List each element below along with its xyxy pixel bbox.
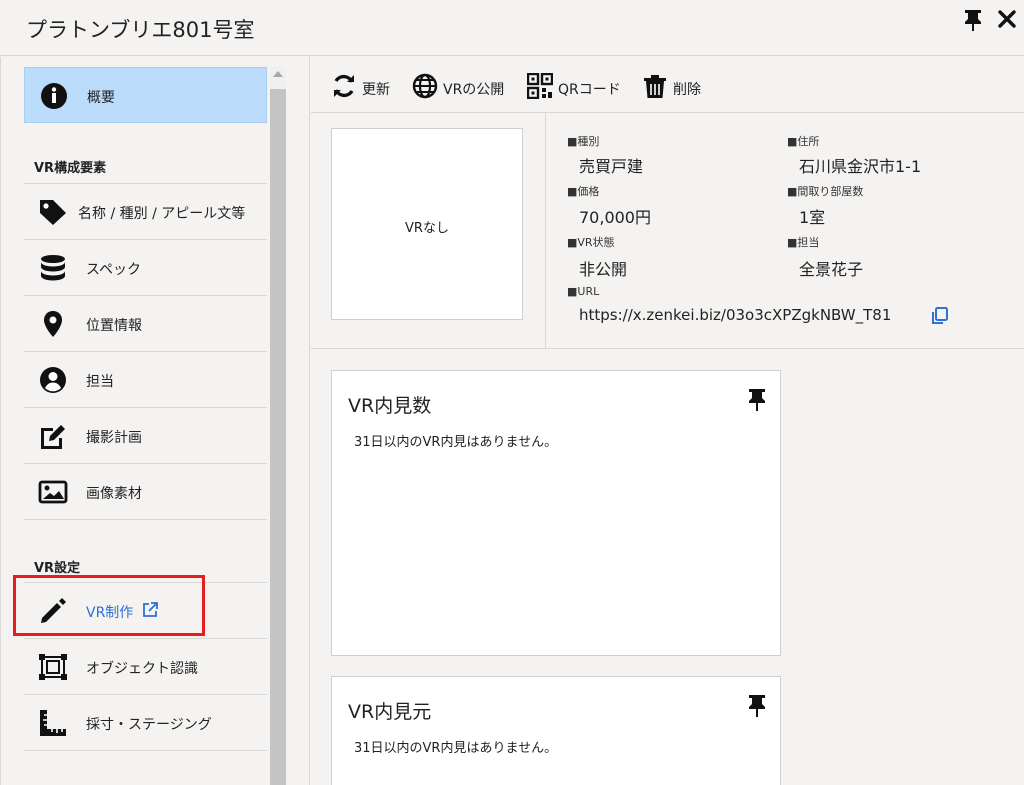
qr-code-icon bbox=[527, 73, 553, 99]
sidebar-item-staff[interactable]: 担当 bbox=[24, 352, 267, 408]
url-value[interactable]: https://x.zenkei.biz/03o3cXPZgkNBW_T81 bbox=[579, 306, 891, 324]
vr-status-value: 非公開 bbox=[579, 260, 628, 279]
sidebar-item-spec[interactable]: スペック bbox=[24, 240, 267, 296]
sidebar-item-label: 位置情報 bbox=[86, 318, 142, 334]
user-circle-icon bbox=[40, 367, 66, 393]
trash-icon bbox=[644, 75, 666, 98]
toolbar-button-label: QRコード bbox=[558, 82, 621, 98]
rooms-value: 1室 bbox=[799, 208, 826, 227]
sidebar-item-label: 撮影計画 bbox=[86, 430, 142, 446]
card-title: VR内見数 bbox=[348, 395, 432, 417]
sidebar-item-label: 名称 / 種別 / アピール文等 bbox=[78, 206, 246, 222]
vr-views-source-card: VR内見元 31日以内のVR内見はありません。 bbox=[331, 676, 781, 785]
qr-code-button[interactable]: QRコード bbox=[527, 73, 623, 101]
address-value: 石川県金沢市1-1 bbox=[799, 157, 922, 176]
refresh-button[interactable]: 更新 bbox=[331, 73, 397, 101]
object-recognition-icon bbox=[39, 654, 67, 680]
vr-thumbnail-label: VRなし bbox=[405, 221, 449, 236]
delete-button[interactable]: 削除 bbox=[642, 73, 708, 101]
toolbar-button-label: 削除 bbox=[673, 82, 701, 98]
sidebar-item-image-assets[interactable]: 画像素材 bbox=[24, 464, 267, 520]
sidebar-item-label: オブジェクト認識 bbox=[86, 661, 198, 677]
publish-vr-button[interactable]: VRの公開 bbox=[412, 73, 508, 101]
edit-icon bbox=[41, 425, 65, 449]
card-body-text: 31日以内のVR内見はありません。 bbox=[354, 435, 558, 450]
pin-icon[interactable] bbox=[962, 8, 984, 32]
sidebar-item-location[interactable]: 位置情報 bbox=[24, 296, 267, 352]
pin-icon[interactable] bbox=[746, 387, 768, 413]
sidebar-left-border bbox=[0, 57, 1, 785]
database-icon bbox=[41, 255, 65, 281]
copy-icon[interactable] bbox=[931, 307, 949, 325]
highlight-box bbox=[13, 575, 205, 636]
staff-label: ■担当 bbox=[787, 236, 820, 249]
tag-icon bbox=[40, 200, 66, 225]
toolbar: 更新 VRの公開 QRコード 削除 bbox=[311, 57, 1024, 113]
card-title: VR内見元 bbox=[348, 701, 432, 723]
sidebar-item-label: 担当 bbox=[86, 374, 114, 390]
info-circle-icon bbox=[41, 83, 67, 109]
image-icon bbox=[38, 480, 68, 504]
sidebar-item-measure-staging[interactable]: 採寸・ステージング bbox=[24, 695, 267, 751]
type-label: ■種別 bbox=[567, 135, 600, 148]
sidebar-item-label: 概要 bbox=[87, 90, 115, 106]
sidebar: 概要 VR構成要素 名称 / 種別 / アピール文等 スペック 位置情報 担当 bbox=[0, 57, 310, 785]
price-label: ■価格 bbox=[567, 185, 600, 198]
close-icon[interactable] bbox=[996, 8, 1018, 30]
globe-icon bbox=[412, 73, 438, 99]
vr-views-card: VR内見数 31日以内のVR内見はありません。 bbox=[331, 370, 781, 656]
address-label: ■住所 bbox=[787, 135, 820, 148]
vr-thumbnail[interactable]: VRなし bbox=[331, 128, 523, 320]
sidebar-item-label: スペック bbox=[86, 262, 142, 278]
scroll-up-arrow-icon[interactable] bbox=[273, 71, 283, 77]
toolbar-button-label: 更新 bbox=[362, 82, 390, 98]
ruler-icon bbox=[40, 710, 66, 736]
vr-status-label: ■VR状態 bbox=[567, 236, 615, 249]
property-info-panel: VRなし ■種別 売買戸建 ■住所 石川県金沢市1-1 ■価格 70,000円 … bbox=[311, 113, 1024, 349]
sidebar-scrollbar-thumb[interactable] bbox=[270, 89, 286, 785]
rooms-label: ■間取り部屋数 bbox=[787, 185, 864, 198]
info-divider bbox=[545, 113, 546, 349]
sidebar-item-label: 画像素材 bbox=[86, 486, 142, 502]
section-vr-components: VR構成要素 bbox=[34, 161, 107, 176]
price-value: 70,000円 bbox=[579, 208, 651, 227]
sidebar-item-overview[interactable]: 概要 bbox=[24, 67, 267, 123]
sidebar-item-label: 採寸・ステージング bbox=[86, 717, 212, 733]
sidebar-item-shooting-plan[interactable]: 撮影計画 bbox=[24, 408, 267, 464]
staff-value: 全景花子 bbox=[799, 260, 864, 279]
window-title: プラトンブリエ801号室 bbox=[26, 18, 255, 42]
map-marker-icon bbox=[44, 311, 62, 337]
section-vr-settings: VR設定 bbox=[34, 561, 81, 576]
toolbar-button-label: VRの公開 bbox=[443, 82, 505, 98]
type-value: 売買戸建 bbox=[579, 157, 644, 176]
refresh-icon bbox=[334, 74, 354, 98]
pin-icon[interactable] bbox=[746, 693, 768, 719]
window-titlebar: プラトンブリエ801号室 bbox=[0, 0, 1024, 56]
sidebar-item-name-type-appeal[interactable]: 名称 / 種別 / アピール文等 bbox=[24, 184, 267, 240]
url-label: ■URL bbox=[567, 285, 600, 298]
sidebar-item-object-recognition[interactable]: オブジェクト認識 bbox=[24, 639, 267, 695]
card-body-text: 31日以内のVR内見はありません。 bbox=[354, 741, 558, 756]
